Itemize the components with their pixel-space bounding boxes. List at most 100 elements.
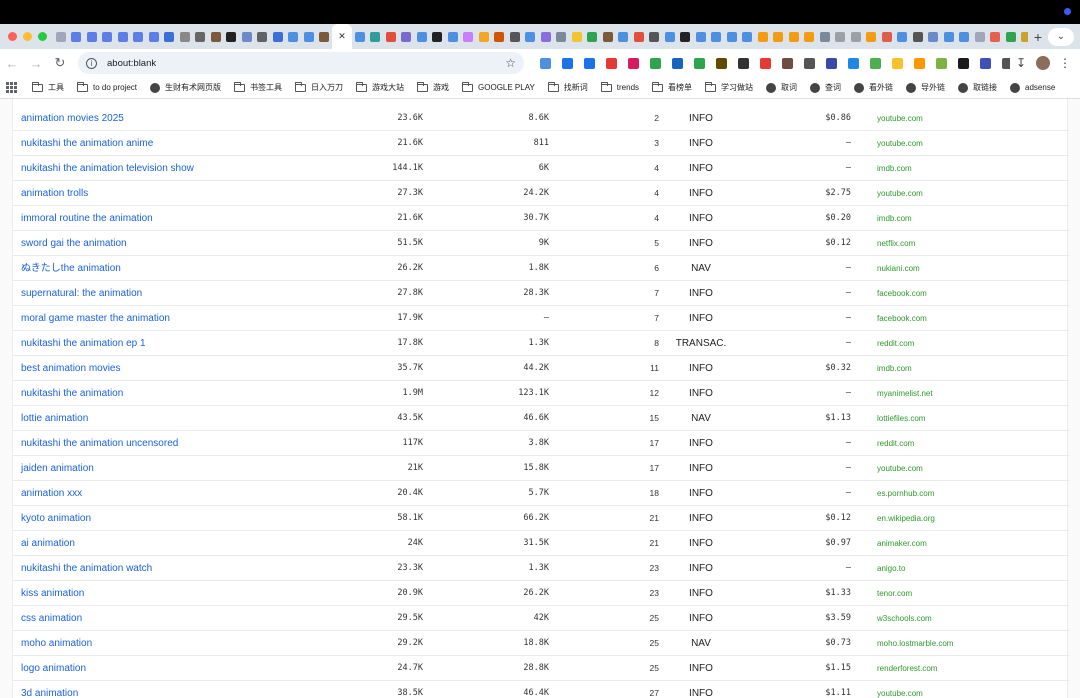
extension-icon[interactable] [754, 52, 776, 74]
domain-link[interactable]: netflix.com [877, 231, 915, 256]
keyword-link[interactable]: supernatural: the animation [21, 281, 142, 306]
bookmark-item[interactable]: 生财有术网页版 [150, 82, 221, 93]
browser-tab[interactable] [368, 24, 384, 49]
domain-link[interactable]: imdb.com [877, 356, 912, 381]
domain-link[interactable]: moho.lostmarble.com [877, 631, 953, 656]
active-tab[interactable]: ✕ [332, 24, 352, 49]
domain-link[interactable]: reddit.com [877, 431, 914, 456]
browser-tab[interactable] [848, 24, 864, 49]
extension-icon[interactable] [600, 52, 622, 74]
browser-tab[interactable] [585, 24, 601, 49]
browser-tab[interactable] [461, 24, 477, 49]
extension-icon[interactable] [864, 52, 886, 74]
reload-button[interactable]: ↻ [48, 55, 72, 71]
bookmark-item[interactable]: 书签工具 [234, 81, 282, 93]
extension-icon[interactable] [996, 52, 1010, 74]
domain-link[interactable]: imdb.com [877, 206, 912, 231]
keyword-link[interactable]: ai animation [21, 531, 75, 556]
bookmark-item[interactable]: 工具 [32, 81, 64, 93]
browser-tab[interactable] [162, 24, 178, 49]
keyword-link[interactable]: nukitashi the animation anime [21, 131, 153, 156]
new-tab-button[interactable]: + [1028, 29, 1048, 45]
extension-icon[interactable] [578, 52, 600, 74]
extension-icon[interactable] [974, 52, 996, 74]
bookmark-star-icon[interactable]: ☆ [505, 56, 516, 70]
browser-tab[interactable] [255, 24, 271, 49]
domain-link[interactable]: youtube.com [877, 106, 923, 131]
browser-tab[interactable] [208, 24, 224, 49]
browser-tab[interactable] [177, 24, 193, 49]
browser-tab[interactable] [100, 24, 116, 49]
keyword-link[interactable]: nukitashi the animation television show [21, 156, 194, 181]
tab-search-button[interactable]: ⌄ [1048, 27, 1074, 46]
extension-icon[interactable] [820, 52, 842, 74]
domain-link[interactable]: youtube.com [877, 456, 923, 481]
extension-icon[interactable] [886, 52, 908, 74]
extension-icon[interactable] [798, 52, 820, 74]
keyword-link[interactable]: css animation [21, 606, 82, 631]
forward-button[interactable]: → [24, 56, 48, 71]
keyword-link[interactable]: sword gai the animation [21, 231, 127, 256]
domain-link[interactable]: youtube.com [877, 181, 923, 206]
download-icon[interactable]: ↧ [1010, 56, 1032, 70]
browser-tab[interactable] [146, 24, 162, 49]
browser-tab[interactable] [131, 24, 147, 49]
bookmark-item[interactable]: 日入万刀 [295, 81, 343, 93]
browser-tab[interactable] [957, 24, 973, 49]
browser-tab[interactable] [270, 24, 286, 49]
browser-tab[interactable] [709, 24, 725, 49]
domain-link[interactable]: facebook.com [877, 306, 927, 331]
browser-tab[interactable] [740, 24, 756, 49]
domain-link[interactable]: tenor.com [877, 581, 912, 606]
browser-tab[interactable] [926, 24, 942, 49]
browser-tab[interactable] [631, 24, 647, 49]
browser-tab[interactable] [833, 24, 849, 49]
domain-link[interactable]: anigo.to [877, 556, 905, 581]
browser-tab[interactable] [941, 24, 957, 49]
browser-tab[interactable] [317, 24, 333, 49]
maximize-window-button[interactable] [38, 32, 47, 41]
browser-tab[interactable] [879, 24, 895, 49]
bookmark-item[interactable]: adsense [1010, 82, 1055, 93]
browser-tab[interactable] [755, 24, 771, 49]
browser-tab[interactable] [554, 24, 570, 49]
more-menu-icon[interactable]: ⋮ [1054, 56, 1076, 70]
keyword-link[interactable]: immoral routine the animation [21, 206, 153, 231]
keyword-link[interactable]: kiss animation [21, 581, 84, 606]
domain-link[interactable]: es.pornhub.com [877, 481, 934, 506]
bookmark-item[interactable]: 取链接 [958, 82, 997, 93]
browser-tab[interactable] [507, 24, 523, 49]
keyword-link[interactable]: jaiden animation [21, 456, 94, 481]
browser-tab[interactable] [647, 24, 663, 49]
domain-link[interactable]: renderforest.com [877, 656, 937, 681]
browser-tab[interactable] [399, 24, 415, 49]
domain-link[interactable]: youtube.com [877, 681, 923, 698]
profile-avatar[interactable] [1036, 56, 1050, 70]
browser-tab[interactable] [430, 24, 446, 49]
domain-link[interactable]: reddit.com [877, 331, 914, 356]
browser-tab[interactable] [193, 24, 209, 49]
domain-link[interactable]: myanimelist.net [877, 381, 933, 406]
keyword-link[interactable]: ぬきたしthe animation [21, 256, 121, 281]
bookmark-item[interactable]: 查词 [810, 82, 841, 93]
keyword-link[interactable]: nukitashi the animation uncensored [21, 431, 178, 456]
browser-tab[interactable] [239, 24, 255, 49]
domain-link[interactable]: imdb.com [877, 156, 912, 181]
bookmark-item[interactable]: 游戏大站 [356, 81, 404, 93]
keyword-link[interactable]: animation trolls [21, 181, 88, 206]
browser-tab[interactable] [414, 24, 430, 49]
browser-tab[interactable] [817, 24, 833, 49]
browser-tab[interactable] [383, 24, 399, 49]
extension-icon[interactable] [842, 52, 864, 74]
bookmark-item[interactable]: 看榜单 [652, 81, 692, 93]
apps-grid-icon[interactable] [6, 81, 18, 94]
browser-tab[interactable] [972, 24, 988, 49]
domain-link[interactable]: lottiefiles.com [877, 406, 925, 431]
browser-tab[interactable] [224, 24, 240, 49]
keyword-link[interactable]: nukitashi the animation ep 1 [21, 331, 146, 356]
browser-tab[interactable] [1019, 24, 1028, 49]
browser-tab[interactable] [115, 24, 131, 49]
browser-tab[interactable] [445, 24, 461, 49]
address-bar[interactable]: i about:blank ☆ [78, 52, 524, 74]
extension-icon[interactable] [622, 52, 644, 74]
